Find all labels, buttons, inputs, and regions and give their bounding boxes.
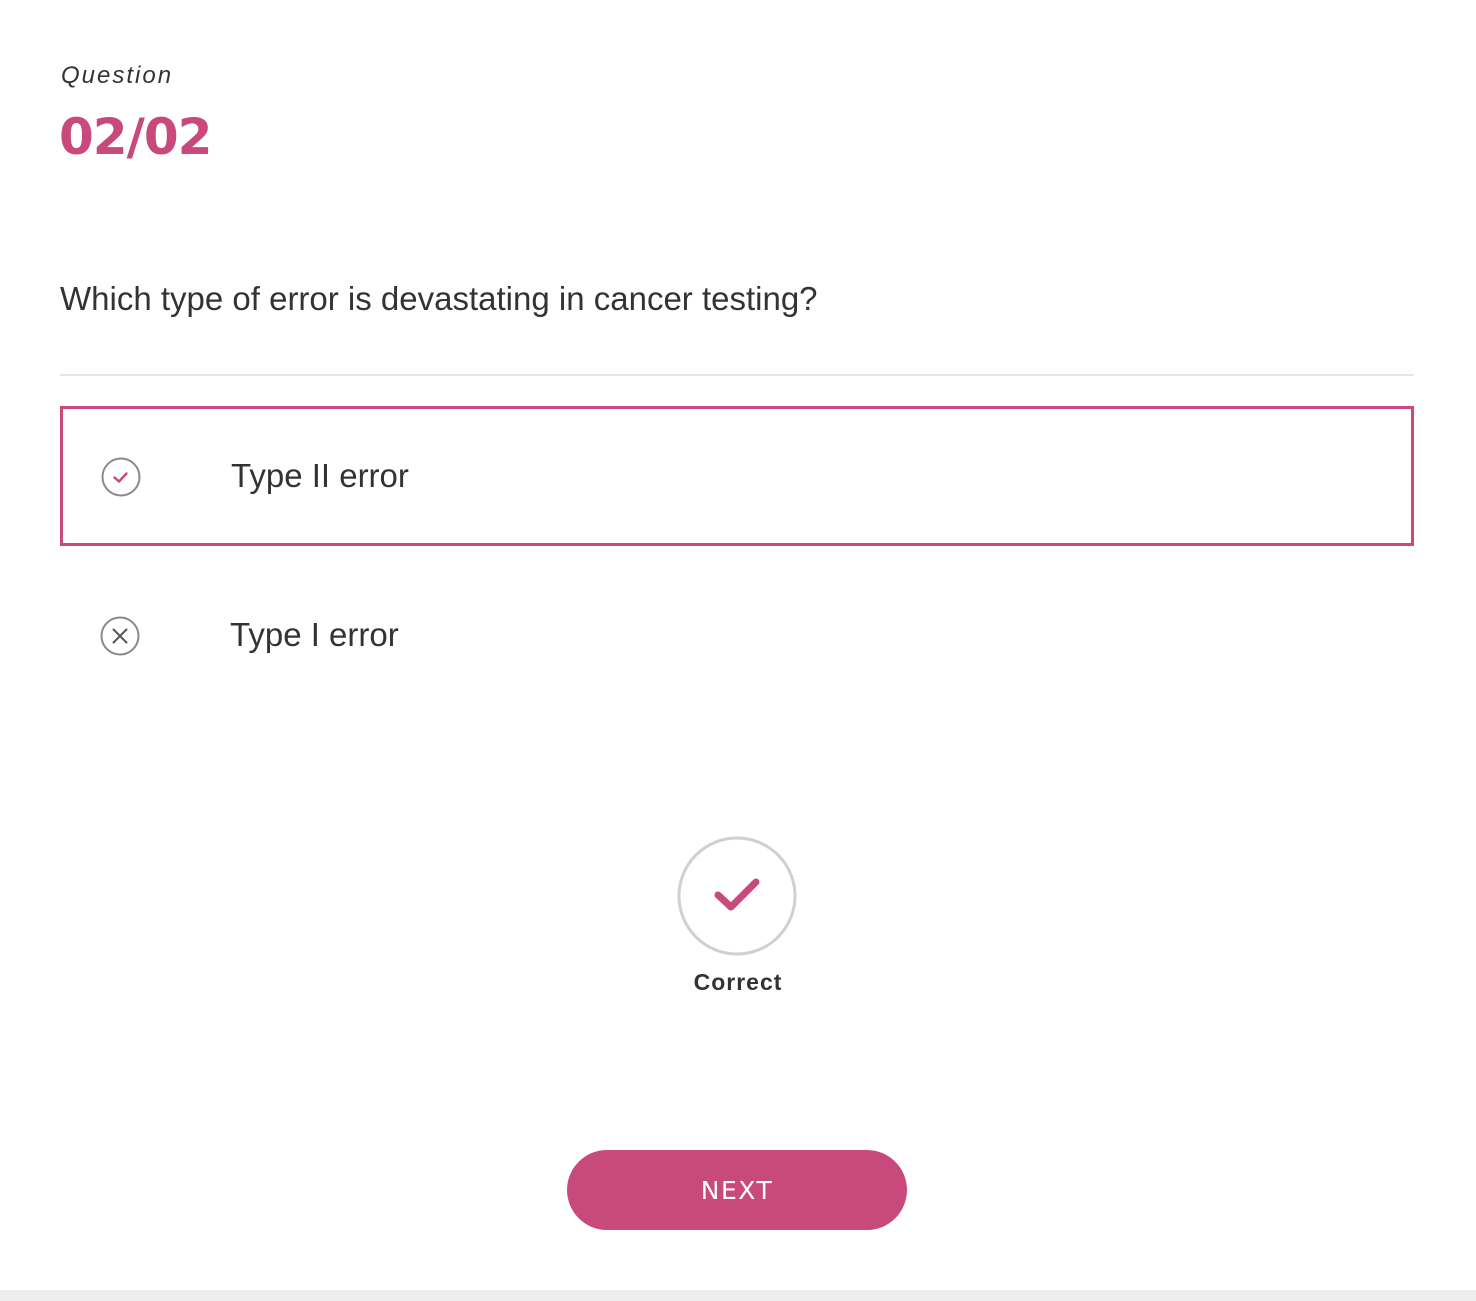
x-circle-icon [100,616,140,656]
check-icon [677,836,797,956]
check-circle-icon [101,457,141,497]
answer-option-type-ii[interactable]: Type II error [60,406,1414,546]
question-counter: 02/02 [59,108,212,166]
question-label: Question [61,62,174,89]
next-button[interactable]: NEXT [567,1150,907,1230]
bottom-bar [0,1290,1476,1301]
answer-option-label: Type II error [231,457,409,494]
answer-option-type-i[interactable]: Type I error [60,566,1414,706]
result-status-text: Correct [693,969,783,995]
question-text: Which type of error is devastating in ca… [60,280,818,317]
answer-option-label: Type I error [230,616,399,653]
divider [60,374,1414,376]
